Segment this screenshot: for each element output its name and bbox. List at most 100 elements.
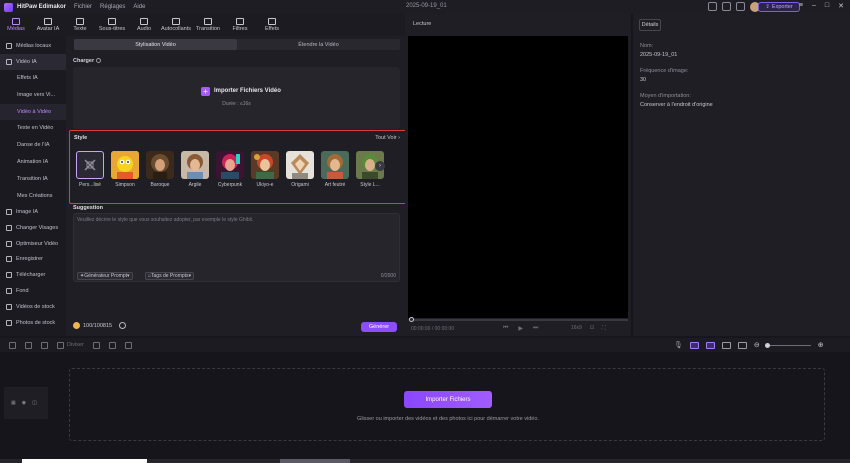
stock-video-icon: [6, 304, 12, 310]
background-icon: [6, 288, 12, 294]
sidebar-item-image-ia[interactable]: Image IA: [0, 204, 66, 220]
prompt-tags-dropdown[interactable]: ⌂ Tags de Prompts ▾: [145, 272, 195, 280]
prev-frame-icon[interactable]: ⏮: [503, 325, 508, 332]
sidebar-item-enregistrer[interactable]: Enregistrer: [0, 251, 66, 267]
split-icon[interactable]: [57, 341, 64, 349]
tab-lecture[interactable]: Lecture: [413, 21, 431, 27]
zoom-slider[interactable]: [764, 342, 811, 348]
chat-icon[interactable]: [708, 2, 717, 11]
menu-reglages[interactable]: Réglages: [100, 4, 125, 10]
zoom-slider-knob[interactable]: [764, 342, 770, 348]
tab-filtres[interactable]: Filtres: [224, 14, 256, 36]
sidebar-item-photos-stock[interactable]: Photos de stock: [0, 315, 66, 331]
snapshot-icon[interactable]: ⊡: [590, 325, 594, 331]
maximize-icon[interactable]: □: [825, 2, 829, 10]
style-item-custom[interactable]: Pers...lisé: [76, 151, 104, 188]
sidebar-item-transition-ia[interactable]: Transition IA: [0, 171, 66, 187]
magnet-icon[interactable]: [689, 341, 699, 349]
segment-stylisation[interactable]: Stylisation Vidéo: [74, 39, 237, 50]
sidebar-item-texte-en-video[interactable]: Texte en Vidéo: [0, 120, 66, 136]
see-all-link[interactable]: Tout Voir ›: [375, 135, 400, 141]
fit-icon[interactable]: [737, 341, 747, 349]
tab-medias[interactable]: Médias: [0, 14, 32, 36]
sidebar-item-fond[interactable]: Fond: [0, 283, 66, 299]
crop-icon[interactable]: [108, 341, 116, 349]
next-frame-icon[interactable]: ⏭: [533, 325, 538, 332]
menu-fichier[interactable]: Fichier: [74, 4, 92, 10]
close-icon[interactable]: ✕: [838, 2, 844, 10]
tab-autocollants[interactable]: Autocollants: [160, 14, 192, 36]
segment-etendre[interactable]: Étendre la Vidéo: [237, 39, 400, 50]
gift-icon[interactable]: [722, 2, 731, 11]
sidebar-item-optimiseur-video[interactable]: Optimiseur Vidéo: [0, 236, 66, 252]
felt-art-thumbnail: [321, 151, 349, 179]
aspect-ratio-select[interactable]: 16x9: [571, 325, 582, 331]
tab-audio[interactable]: Audio: [128, 14, 160, 36]
tab-transition[interactable]: Transition: [192, 14, 224, 36]
credits-display: 100/100815: [73, 322, 127, 329]
zoom-out-icon[interactable]: ⊖: [754, 341, 760, 349]
next-styles-button[interactable]: ›: [375, 161, 385, 171]
style-item-argile[interactable]: Argile: [181, 151, 209, 188]
fullscreen-icon[interactable]: ⛶: [602, 325, 606, 331]
sidebar-item-effets-ia[interactable]: Effets IA: [0, 70, 66, 86]
mail-icon[interactable]: [736, 2, 745, 11]
mic-icon[interactable]: 🎙: [674, 341, 683, 349]
video-canvas: [408, 36, 628, 318]
menu-icon[interactable]: ≡: [799, 2, 803, 10]
tab-avatar-ia[interactable]: Avatar IA: [32, 14, 64, 36]
sidebar-item-telecharger[interactable]: Télécharger: [0, 267, 66, 283]
track-mute-icon[interactable]: ◫: [32, 400, 37, 406]
style-item-simpson[interactable]: Simpson: [111, 151, 139, 188]
speed-icon[interactable]: [92, 341, 100, 349]
sidebar-item-danse-ia[interactable]: Danse de l'IA: [0, 137, 66, 153]
import-files-button[interactable]: Importer Fichiers: [404, 391, 492, 408]
style-item-ukiyo-e[interactable]: Ukiyo-e: [251, 151, 279, 188]
sidebar-item-changer-visages[interactable]: Changer Visages: [0, 220, 66, 236]
style-item-art-feutre[interactable]: Art feutré: [321, 151, 349, 188]
link-icon[interactable]: [705, 341, 715, 349]
sidebar-item-medias-locaux[interactable]: Médias locaux: [0, 38, 66, 54]
sidebar-item-image-vers-video[interactable]: Image vers Vi...: [0, 87, 66, 103]
track-visibility-icon[interactable]: ◉: [22, 400, 26, 406]
time-readout: 00:00:00 / 00:00:00: [411, 326, 455, 332]
prompt-generator-dropdown[interactable]: ✦ Générateur Prompt ▾: [77, 272, 133, 280]
tab-sous-titres[interactable]: Sous-titres: [96, 14, 128, 36]
refresh-icon[interactable]: [119, 322, 127, 329]
playback-scrubber[interactable]: [410, 319, 628, 321]
style-item-cyberpunk[interactable]: Cyberpunk: [216, 151, 244, 188]
split-label[interactable]: Diviser: [67, 342, 84, 348]
delete-icon[interactable]: [41, 341, 48, 349]
taskbar-segment: [22, 459, 147, 463]
track-lock-icon[interactable]: ▦: [11, 400, 16, 406]
zoom-in-icon[interactable]: ⊕: [818, 341, 824, 349]
style-item-origami[interactable]: Origami: [286, 151, 314, 188]
sidebar-item-video-a-video[interactable]: Vidéo à Vidéo: [0, 104, 66, 120]
download-icon: [6, 272, 12, 278]
freeze-icon[interactable]: [124, 341, 132, 349]
info-icon[interactable]: [96, 58, 102, 64]
timeline-dropzone[interactable]: Importer Fichiers Glisser ou importer de…: [69, 368, 825, 441]
scrubber-handle[interactable]: [409, 317, 414, 322]
menu-aide[interactable]: Aide: [133, 4, 145, 10]
project-name: 2025-09-19_01: [406, 3, 447, 9]
tab-details[interactable]: Détails: [639, 19, 661, 31]
upload-dropzone[interactable]: + Importer Fichiers Vidéo Durée : ≤16s: [73, 67, 400, 129]
undo-icon[interactable]: [9, 341, 16, 349]
preview-toggle-icon[interactable]: [721, 341, 731, 349]
redo-icon[interactable]: [25, 341, 32, 349]
export-button[interactable]: ⇪ Exporter: [758, 2, 800, 12]
tab-texte[interactable]: Texte: [64, 14, 96, 36]
style-item-baroque[interactable]: Baroque: [146, 151, 174, 188]
taskbar-strip: [0, 459, 850, 463]
tab-effets[interactable]: Effets: [256, 14, 288, 36]
suggestion-textarea[interactable]: Veuillez décrire le style que vous souha…: [73, 213, 400, 282]
generate-button[interactable]: Générer: [361, 322, 397, 332]
sidebar-item-animation-ia[interactable]: Animation IA: [0, 154, 66, 170]
sidebar-item-video-ia[interactable]: Vidéo IA: [0, 54, 66, 70]
sidebar-item-videos-stock[interactable]: Vidéos de stock: [0, 299, 66, 315]
image-ai-icon: [6, 209, 12, 215]
sidebar-item-mes-creations[interactable]: Mes Créations: [0, 188, 66, 204]
play-icon[interactable]: ▶: [518, 325, 523, 332]
minimize-icon[interactable]: –: [812, 2, 816, 10]
